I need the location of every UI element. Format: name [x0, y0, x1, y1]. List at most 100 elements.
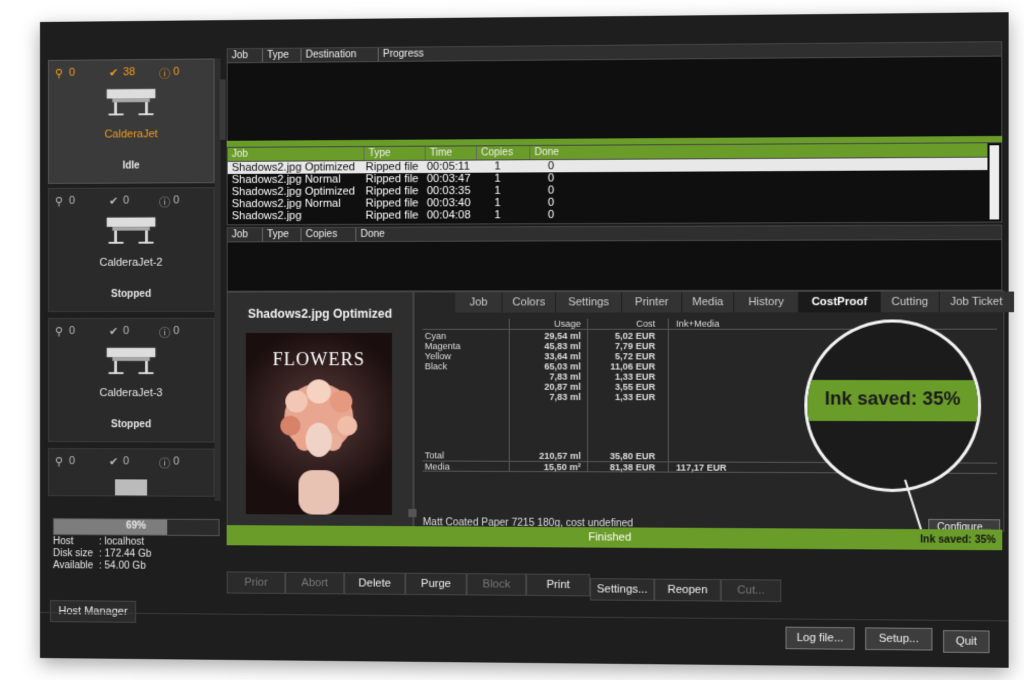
tab-printer[interactable]: Printer	[622, 292, 683, 313]
error-count: 0	[173, 455, 180, 468]
check-icon: ✔	[108, 195, 119, 208]
status-ink-saved: Ink saved: 35%	[920, 534, 996, 547]
tab-media[interactable]: Media	[682, 291, 735, 313]
tab-cutting[interactable]: Cutting	[880, 291, 940, 313]
print-panel: Job Type Copies Done	[226, 224, 1003, 292]
alert-count: 0	[68, 455, 76, 468]
error-icon: ⓘ	[159, 327, 171, 340]
table-cell: 0	[547, 172, 555, 185]
table-cell: 00:03:35	[426, 184, 471, 198]
printer-card[interactable]: ⚲ 0 ✔ 0 ⓘ 0 CalderaJet-3 Stopped	[47, 317, 215, 443]
table-cell: 0	[547, 160, 555, 173]
alert-count: 0	[68, 194, 76, 207]
ink-cost: 5,72 EUR	[614, 351, 656, 362]
tab-history[interactable]: History	[734, 291, 800, 313]
tab-job[interactable]: Job	[455, 292, 503, 313]
queue-panel: Job Type Destination Progress	[219, 41, 1003, 143]
column-header[interactable]: Job	[228, 49, 248, 62]
done-count: 0	[123, 194, 130, 207]
ink-usage: 20,87 ml	[544, 381, 581, 392]
host-details: Host: localhost Disk size: 172.44 Gb Ava…	[52, 536, 152, 572]
column-header[interactable]: Copies	[475, 146, 514, 160]
table-cell: Shadows2.jpg Normal	[231, 173, 341, 187]
column-header[interactable]: Done	[355, 227, 385, 242]
column-header[interactable]: Type	[262, 228, 290, 242]
printer-name: CalderaJet	[104, 128, 158, 141]
abort-button[interactable]: Abort	[285, 571, 345, 595]
table-row[interactable]: Shadows2.jpg Ripped file 00:04:08 1 0	[228, 207, 988, 222]
printer-card[interactable]: ⚲ 0 ✔ 0 ⓘ 0 CalderaJet-2 Stopped	[47, 187, 215, 312]
preview-title: Shadows2.jpg Optimized	[247, 306, 393, 321]
printer-status-row: ⚲ 0 ✔ 0 ⓘ 0	[55, 455, 208, 470]
media-note-checkbox[interactable]	[408, 508, 417, 518]
cut-button[interactable]: Cut...	[720, 579, 782, 603]
queue-splitter[interactable]	[219, 79, 226, 140]
printer-icon	[103, 82, 159, 122]
ink-cost: 1,33 EUR	[614, 391, 656, 403]
column-header[interactable]: Time	[424, 146, 453, 160]
table-cell: Shadows2.jpg Optimized	[231, 161, 356, 174]
printer-card[interactable]: ⚲ 0 ✔ 38 ⓘ 0 CalderaJet Idle	[47, 58, 215, 184]
done-count: 0	[123, 324, 130, 337]
column-header[interactable]: Job	[228, 228, 248, 241]
error-count: 0	[173, 194, 180, 207]
delete-button[interactable]: Delete	[344, 572, 406, 595]
column-header[interactable]: Done	[529, 145, 560, 160]
caldera-window: ⚲ 0 ✔ 38 ⓘ 0 CalderaJet Idle ⚲ 0 ✔ 0 ⓘ 0 CalderaJet-2 S…	[40, 12, 1014, 668]
ink-saved-callout: Ink saved: 35%	[804, 319, 982, 493]
settings-button[interactable]: Settings...	[590, 578, 655, 601]
printer-sidebar: ⚲ 0 ✔ 38 ⓘ 0 CalderaJet Idle ⚲ 0 ✔ 0 ⓘ 0 CalderaJet-2 S…	[40, 20, 221, 501]
prior-button[interactable]: Prior	[226, 571, 286, 594]
table-cell: 1	[494, 160, 501, 173]
column-header[interactable]: Copies	[300, 227, 338, 242]
printer-card[interactable]: ⚲ 0 ✔ 0 ⓘ 0	[47, 448, 215, 498]
tab-costproof[interactable]: CostProof	[799, 291, 881, 313]
media-cost: 81,38 EUR	[609, 462, 656, 473]
poster-artwork	[280, 379, 358, 515]
tab-colors[interactable]: Colors	[502, 292, 557, 313]
ink-cost: 1,33 EUR	[614, 371, 656, 382]
ink-usage: 45,83 ml	[544, 341, 581, 352]
print-button[interactable]: Print	[526, 573, 591, 597]
preview-panel: Shadows2.jpg Optimized FLOWERS	[226, 291, 414, 529]
table-cell: 00:04:08	[426, 209, 471, 222]
table-cell: Ripped file	[365, 209, 419, 222]
usage-header: Usage	[554, 318, 581, 329]
quit-button[interactable]: Quit	[943, 630, 990, 654]
alert-icon: ⚲	[54, 456, 64, 469]
tab-settings[interactable]: Settings	[556, 292, 623, 313]
status-text: Finished	[588, 531, 632, 544]
table-cell: Ripped file	[365, 197, 419, 210]
column-header[interactable]: Job	[228, 148, 248, 161]
column-header[interactable]: Type	[262, 48, 290, 63]
printer-state: Idle	[122, 160, 140, 172]
ink-name: Black	[424, 361, 448, 372]
printer-icon	[111, 473, 151, 498]
poster-image: FLOWERS	[245, 332, 393, 515]
reopen-button[interactable]: Reopen	[654, 578, 721, 602]
column-header[interactable]: Progress	[377, 47, 424, 62]
ink-usage: 29,54 ml	[544, 330, 581, 342]
table-cell: 00:03:47	[426, 172, 471, 186]
alert-count: 0	[68, 324, 76, 337]
ripped-panel: Job Type Time Copies Done Shadows2.jpg Optim…	[226, 142, 1003, 226]
ink-name: Magenta	[424, 341, 461, 352]
ink-name: Cyan	[424, 330, 447, 342]
table-cell: Ripped file	[365, 173, 419, 186]
table-cell: 1	[494, 209, 501, 222]
alert-count: 0	[68, 66, 76, 79]
ripped-scrollbar[interactable]	[989, 145, 1000, 220]
tab-job-ticket[interactable]: Job Ticket	[939, 291, 1014, 313]
logfile-button[interactable]: Log file...	[785, 626, 855, 650]
ink-name: Yellow	[424, 351, 451, 362]
printer-status-row: ⚲ 0 ✔ 0 ⓘ 0	[54, 324, 208, 340]
setup-button[interactable]: Setup...	[865, 627, 933, 651]
alert-icon: ⚲	[54, 325, 64, 338]
purge-button[interactable]: Purge	[405, 572, 467, 596]
queue-header: Job Type Destination Progress	[227, 42, 1002, 64]
column-header[interactable]: Type	[363, 146, 391, 161]
block-button[interactable]: Block	[466, 573, 527, 596]
printer-name: CalderaJet-3	[99, 387, 163, 400]
column-header[interactable]: Destination	[300, 48, 357, 62]
status-bar: Finished Ink saved: 35%	[226, 525, 1003, 551]
